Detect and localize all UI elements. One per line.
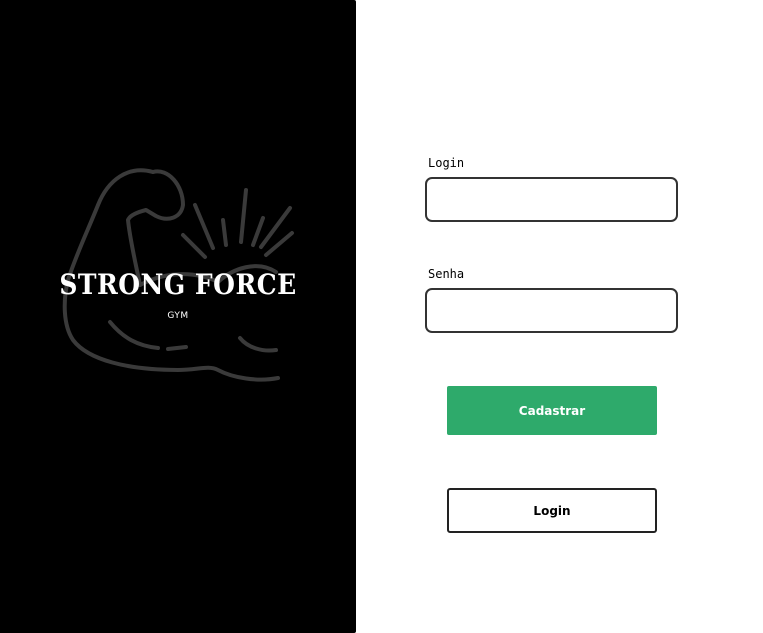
login-input[interactable]: [425, 177, 678, 222]
brand-name: STRONG FORCE: [59, 268, 297, 301]
brand-subtitle: GYM: [167, 311, 189, 321]
login-button[interactable]: Login: [447, 488, 657, 533]
login-page: STRONG FORCE GYM Login Senha Cadastrar L…: [0, 0, 763, 633]
gym-logo: STRONG FORCE GYM: [58, 160, 303, 390]
brand-panel: STRONG FORCE GYM: [0, 0, 356, 633]
password-input[interactable]: [425, 288, 678, 333]
password-field-label: Senha: [428, 267, 465, 281]
login-field-label: Login: [428, 156, 465, 170]
register-button[interactable]: Cadastrar: [447, 386, 657, 435]
